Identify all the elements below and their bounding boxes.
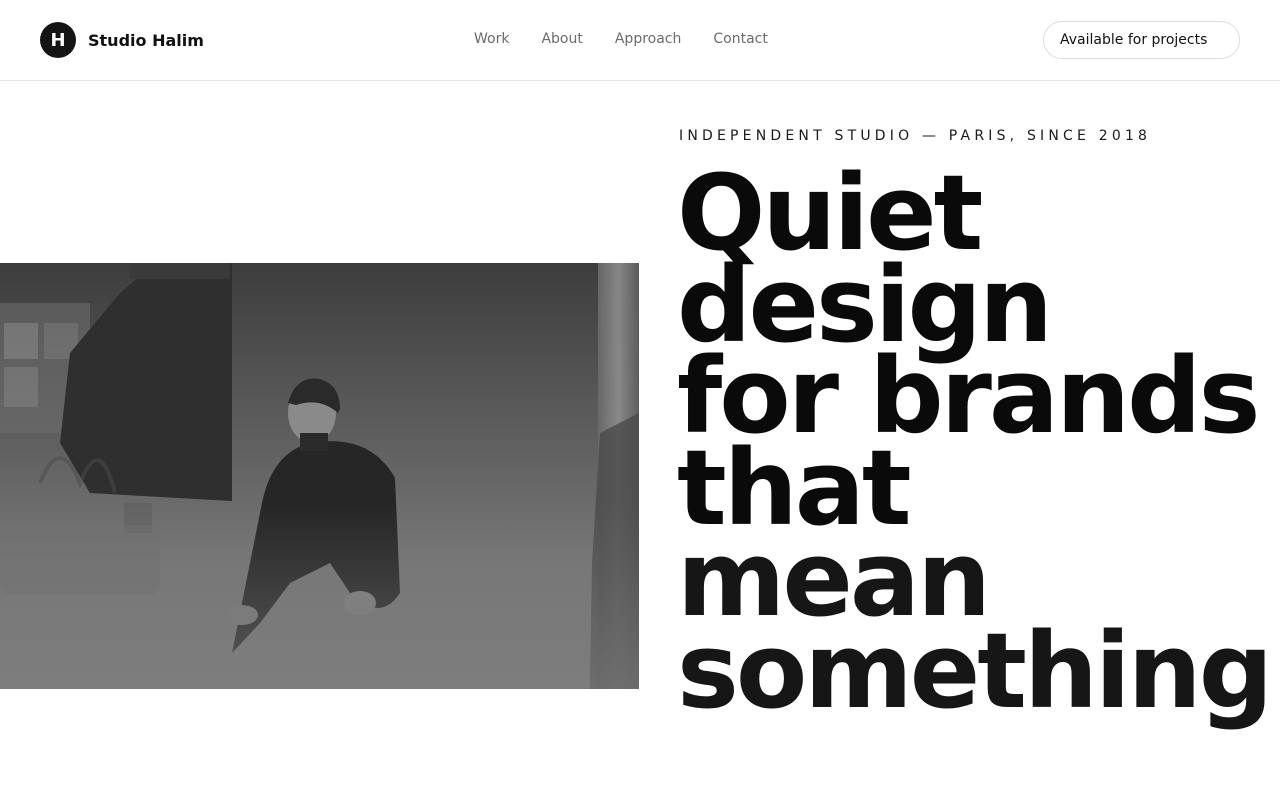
portrait-photo-illustration	[0, 263, 639, 689]
softbox-shape	[60, 263, 232, 501]
brand-link[interactable]: H Studio Halim	[40, 22, 204, 58]
nav-link-work[interactable]: Work	[474, 31, 509, 47]
nav-link-approach[interactable]: Approach	[615, 31, 682, 47]
logo-mark: H	[40, 22, 76, 58]
site-header: H Studio Halim Work About Approach Conta…	[0, 0, 1280, 81]
available-for-projects-button[interactable]: Available for projects	[1043, 21, 1240, 59]
headline-line: something.	[677, 609, 1280, 732]
brand-name: Studio Halim	[88, 30, 204, 50]
hero-headline: Quiet design for brands that mean someth…	[677, 161, 1280, 732]
nav-link-contact[interactable]: Contact	[713, 31, 767, 47]
hero-eyebrow: INDEPENDENT STUDIO — PARIS, SINCE 2018	[679, 128, 1152, 144]
main-nav: Work About Approach Contact	[474, 30, 768, 48]
hero-portrait-photo	[0, 263, 639, 689]
nav-link-about[interactable]: About	[541, 31, 582, 47]
